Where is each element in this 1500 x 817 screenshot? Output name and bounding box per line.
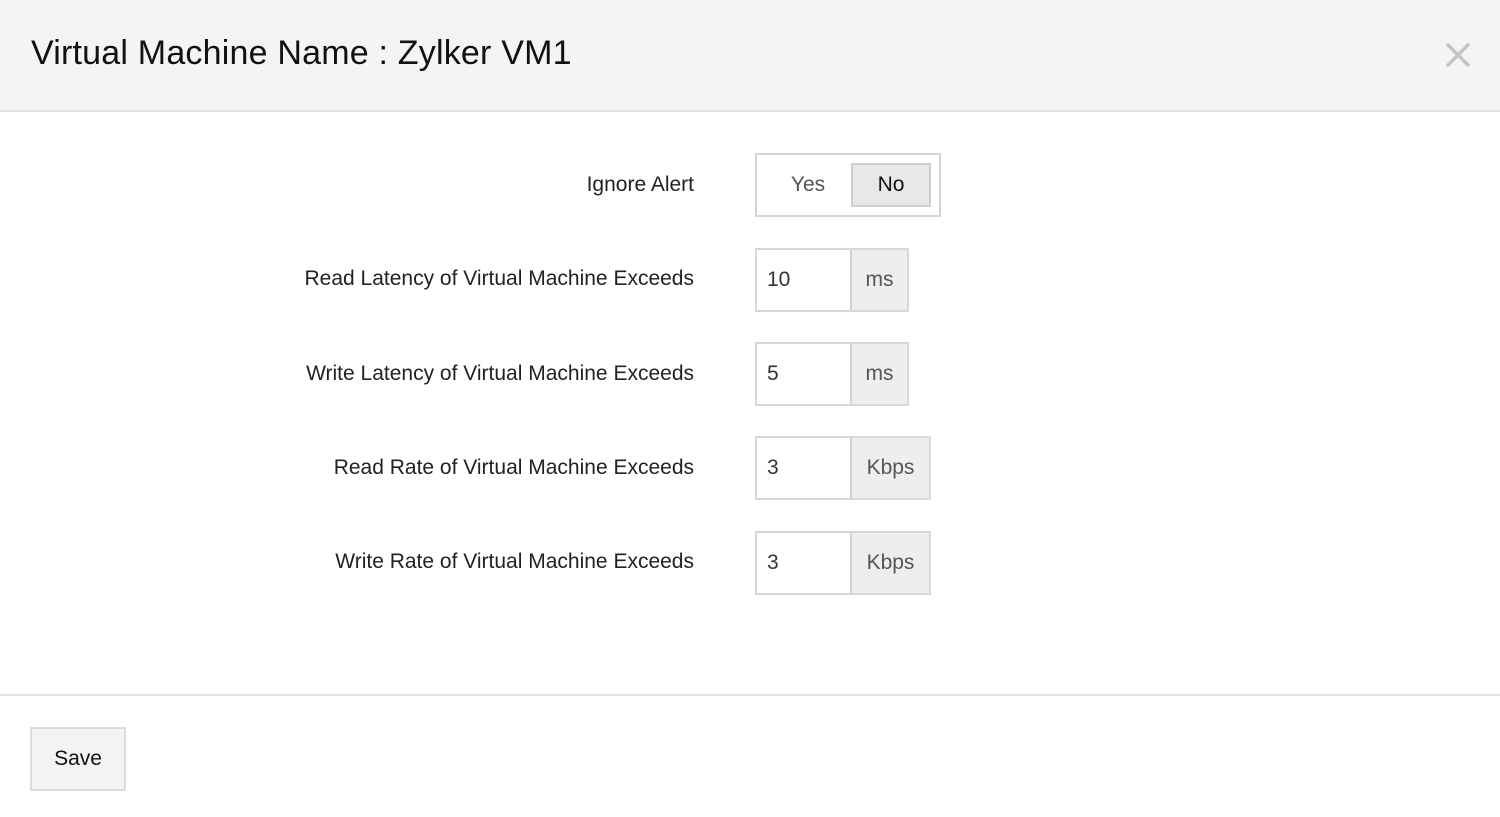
write-rate-unit: Kbps (850, 533, 929, 593)
write-latency-unit: ms (850, 344, 907, 404)
save-button[interactable]: Save (30, 727, 126, 791)
read-latency-label: Read Latency of Virtual Machine Exceeds (304, 267, 694, 290)
ignore-alert-yes-option[interactable]: Yes (765, 163, 851, 207)
ignore-alert-label: Ignore Alert (586, 173, 694, 196)
read-rate-unit: Kbps (850, 438, 929, 498)
ignore-alert-no-option[interactable]: No (851, 163, 931, 207)
ignore-alert-toggle: Yes No (755, 153, 941, 217)
write-latency-input-group: ms (755, 342, 909, 406)
write-rate-input-group: Kbps (755, 531, 931, 595)
close-button[interactable] (1443, 40, 1473, 70)
read-rate-input-group: Kbps (755, 436, 931, 500)
write-rate-label: Write Rate of Virtual Machine Exceeds (335, 550, 694, 573)
threshold-settings-modal: Virtual Machine Name : Zylker VM1 Ignore… (0, 0, 1500, 817)
read-rate-input[interactable] (757, 438, 850, 498)
write-latency-label: Write Latency of Virtual Machine Exceeds (306, 362, 694, 385)
write-rate-input[interactable] (757, 533, 850, 593)
read-latency-unit: ms (850, 250, 907, 310)
modal-header: Virtual Machine Name : Zylker VM1 (0, 0, 1500, 112)
read-latency-input[interactable] (757, 250, 850, 310)
close-icon (1446, 43, 1470, 67)
write-latency-input[interactable] (757, 344, 850, 404)
footer-divider (0, 694, 1500, 696)
modal-title: Virtual Machine Name : Zylker VM1 (31, 34, 572, 72)
read-rate-label: Read Rate of Virtual Machine Exceeds (333, 456, 694, 479)
read-latency-input-group: ms (755, 248, 909, 312)
